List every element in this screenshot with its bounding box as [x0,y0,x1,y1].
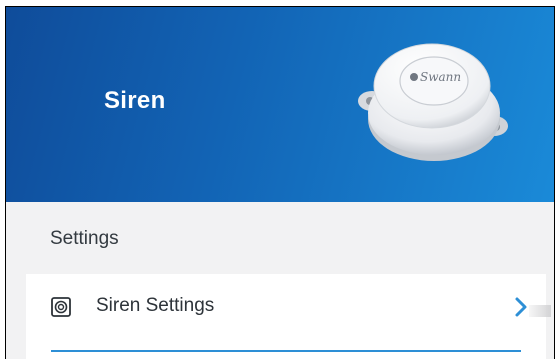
device-header: Siren Swann [6,7,554,202]
siren-settings-icon [51,297,71,317]
siren-screen: Siren Swann Settings Siren Settings [5,6,555,359]
device-brand-logo: Swann [420,70,461,84]
chevron-right-icon[interactable] [514,296,528,318]
section-title: Settings [50,228,119,249]
siren-device-image: Swann [358,43,508,161]
siren-settings-label: Siren Settings [96,295,215,316]
page-title: Siren [104,87,166,114]
scroll-hint [529,305,551,317]
row-underline [51,350,521,352]
siren-settings-row[interactable]: Siren Settings [26,274,546,359]
